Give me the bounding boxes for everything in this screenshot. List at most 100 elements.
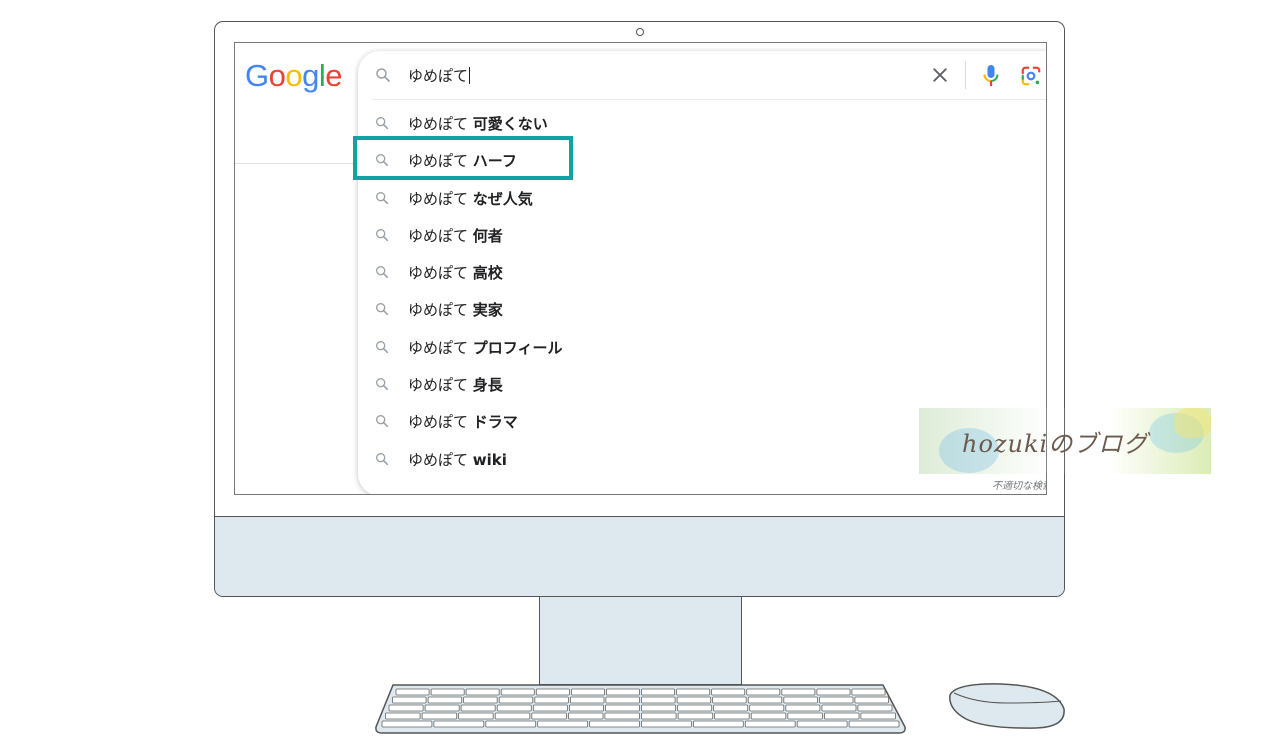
keyboard-key [567, 712, 604, 720]
keyboard-key [677, 704, 713, 712]
keyboard-key [796, 720, 848, 728]
keyboard-key [496, 704, 532, 712]
report-inappropriate-predictions-link[interactable]: 不適切な検索候補 [992, 477, 1046, 492]
keyboard-key [424, 704, 460, 712]
bar-divider [965, 61, 966, 89]
suggestion-item[interactable]: ゆめぽて なぜ人気 [358, 179, 1046, 216]
search-icon [374, 115, 390, 135]
search-icon [374, 376, 390, 396]
keyboard-key [677, 712, 714, 720]
keyboard-key [605, 688, 640, 696]
keyboard-key [605, 696, 640, 704]
suggestion-item[interactable]: ゆめぽて 高校 [358, 253, 1046, 290]
watermark-text: hozukiのブログ [962, 430, 1149, 458]
keyboard-key [744, 720, 796, 728]
keyboard-key [711, 688, 746, 696]
keyboard-key [604, 712, 640, 720]
search-icon [374, 190, 390, 210]
keyboard-key [427, 696, 463, 704]
keyboard-key [430, 688, 465, 696]
keyboard-key [498, 696, 534, 704]
suggestion-text: ゆめぽて プロフィール [408, 338, 563, 357]
highlight-box [353, 136, 573, 180]
keyboard-key [531, 712, 567, 720]
keyboard-key [676, 696, 712, 704]
keyboard-key [604, 704, 640, 712]
keyboard-key [823, 712, 860, 720]
search-icon [374, 413, 390, 433]
keyboard-key [781, 688, 816, 696]
keyboard-key [534, 696, 569, 704]
keyboard-key [749, 704, 785, 712]
keyboard-key [676, 688, 711, 696]
search-input[interactable]: ゆめぽて [408, 65, 471, 86]
keyboard-key [851, 688, 886, 696]
suggestion-text: ゆめぽて ドラマ [408, 413, 518, 432]
keyboard-key [641, 704, 676, 712]
keyboard-key [535, 688, 570, 696]
keyboard-key [821, 704, 857, 712]
text-caret [469, 67, 471, 84]
blog-watermark: hozukiのブログ [919, 408, 1211, 474]
keyboard-key [816, 688, 851, 696]
suggestion-text: ゆめぽて 実家 [408, 301, 503, 320]
keyboard-key [465, 688, 500, 696]
google-lens-icon[interactable] [1020, 65, 1042, 91]
suggestion-text: ゆめぽて 高校 [408, 264, 503, 283]
suggestion-text: ゆめぽて なぜ人気 [408, 189, 533, 208]
mouse-illustration [949, 683, 1065, 729]
keyboard-key [485, 720, 537, 728]
keyboard-key [494, 712, 531, 720]
keyboard-key [385, 712, 421, 720]
monitor-stand [539, 597, 742, 685]
keyboard-key [785, 704, 821, 712]
keyboard-key [713, 704, 749, 712]
monitor-chin [215, 516, 1064, 596]
keyboard-key [463, 696, 498, 704]
keyboard-key [589, 720, 640, 728]
search-icon [374, 451, 390, 471]
keyboard-key [460, 704, 496, 712]
suggestion-text: ゆめぽて 身長 [408, 376, 503, 395]
keyboard-key [750, 712, 787, 720]
keyboard-key [537, 720, 588, 728]
keyboard-key [714, 712, 750, 720]
suggestion-text: ゆめぽて 可愛くない [408, 115, 548, 133]
keyboard-key [641, 720, 692, 728]
keyboard-key [712, 696, 747, 704]
keyboard-key [388, 704, 424, 712]
keyboard-illustration [375, 684, 906, 734]
keyboard-key [421, 712, 458, 720]
mic-icon[interactable] [982, 64, 1000, 92]
keyboard-key [392, 696, 427, 704]
keyboard-key [857, 704, 893, 712]
suggestion-item[interactable]: ゆめぽて 実家 [358, 290, 1046, 327]
monitor-illustration: Google ゆめぽて ゆめぽて 可愛くない ゆめぽて ハーフ ゆめぽて なぜ人… [214, 21, 1065, 597]
search-icon [374, 66, 392, 88]
suggestion-item[interactable]: ゆめぽて 何者 [358, 216, 1046, 253]
camera-dot [636, 28, 644, 36]
keyboard-key [641, 712, 677, 720]
keyboard-key [692, 720, 744, 728]
keyboard-key [783, 696, 818, 704]
keyboard-key [860, 712, 896, 720]
suggestion-item[interactable]: ゆめぽて プロフィール [358, 328, 1046, 365]
keyboard-key [433, 720, 485, 728]
search-icon [374, 339, 390, 359]
keyboard-key [569, 696, 605, 704]
google-logo[interactable]: Google [245, 58, 343, 94]
keyboard-key [568, 704, 604, 712]
search-bar[interactable]: ゆめぽて [358, 51, 1046, 99]
keyboard-key [746, 688, 781, 696]
keyboard-key [395, 688, 430, 696]
panel-separator [372, 99, 1046, 100]
suggestion-item[interactable]: ゆめぽて 身長 [358, 365, 1046, 402]
search-icon [374, 301, 390, 321]
keyboard-key [381, 720, 433, 728]
keyboard-key [747, 696, 783, 704]
search-icon [374, 227, 390, 247]
keyboard-key [570, 688, 605, 696]
keyboard-key [818, 696, 854, 704]
keyboard-key [854, 696, 889, 704]
clear-icon[interactable] [930, 65, 950, 89]
